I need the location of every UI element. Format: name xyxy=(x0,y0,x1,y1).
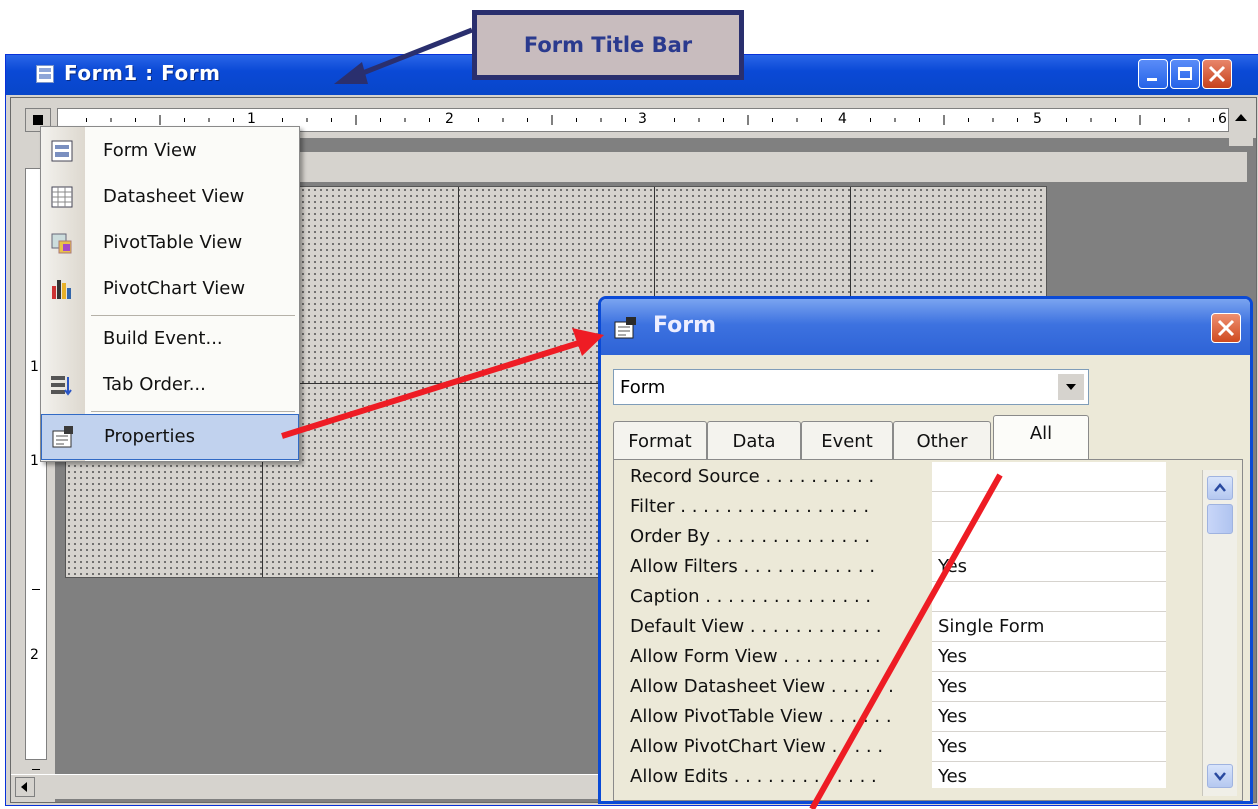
properties-arrow xyxy=(281,328,604,439)
annotation-arrows xyxy=(281,27,1003,809)
callout-arrow xyxy=(334,27,473,84)
all-tab-arrow xyxy=(809,473,1003,809)
